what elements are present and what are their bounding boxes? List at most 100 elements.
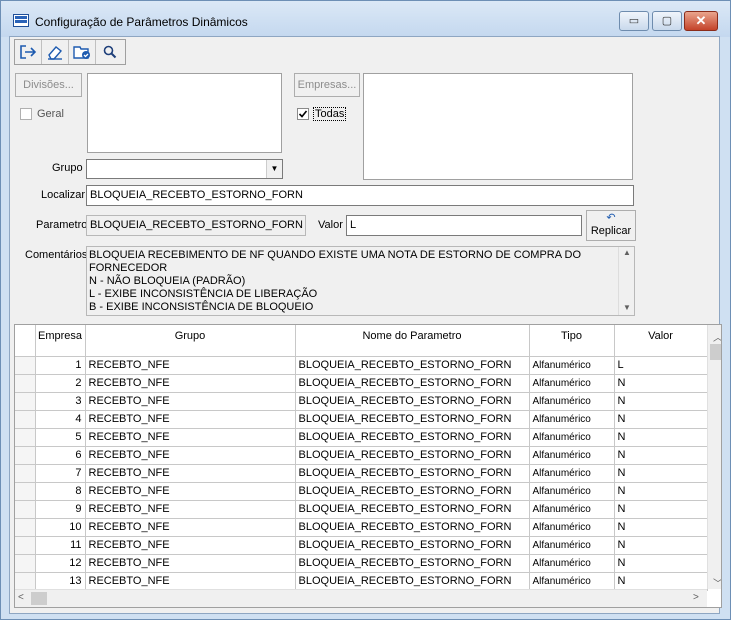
minimize-button[interactable]: ▭ [619, 11, 649, 31]
cell-tipo[interactable]: Alfanumérico [529, 392, 615, 411]
row-indicator[interactable] [15, 464, 36, 483]
vertical-scrollbar[interactable]: ︿ ﹀ [707, 325, 721, 590]
cell-nome[interactable]: BLOQUEIA_RECEBTO_ESTORNO_FORN [295, 446, 530, 465]
cell-valor[interactable]: N [614, 374, 708, 393]
scroll-right-icon[interactable]: > [693, 592, 699, 603]
scroll-thumb[interactable] [710, 344, 721, 360]
cell-grupo[interactable]: RECEBTO_NFE [85, 554, 296, 573]
cell-empresa[interactable]: 10 [35, 518, 86, 537]
exit-button[interactable] [15, 40, 42, 64]
table-row[interactable]: 6 RECEBTO_NFE BLOQUEIA_RECEBTO_ESTORNO_FOR… [15, 446, 708, 465]
row-indicator[interactable] [15, 374, 36, 393]
cell-valor[interactable]: N [614, 482, 708, 501]
scroll-down-icon[interactable]: ﹀ [713, 575, 721, 590]
cell-tipo[interactable]: Alfanumérico [529, 536, 615, 555]
empresas-button[interactable]: Empresas... [294, 73, 360, 97]
cell-nome[interactable]: BLOQUEIA_RECEBTO_ESTORNO_FORN [295, 392, 530, 411]
row-indicator[interactable] [15, 410, 36, 429]
cell-nome[interactable]: BLOQUEIA_RECEBTO_ESTORNO_FORN [295, 536, 530, 555]
cell-empresa[interactable]: 9 [35, 500, 86, 519]
title-bar[interactable]: Configuração de Parâmetros Dinâmicos ▭ ▢… [1, 1, 730, 37]
cell-grupo[interactable]: RECEBTO_NFE [85, 410, 296, 429]
row-indicator[interactable] [15, 536, 36, 555]
cell-nome[interactable]: BLOQUEIA_RECEBTO_ESTORNO_FORN [295, 356, 530, 375]
cell-tipo[interactable]: Alfanumérico [529, 482, 615, 501]
cell-empresa[interactable]: 8 [35, 482, 86, 501]
comentarios-scrollbar[interactable]: ▲ ▼ [618, 247, 634, 315]
row-indicator[interactable] [15, 446, 36, 465]
row-indicator[interactable] [15, 518, 36, 537]
table-row[interactable]: 9 RECEBTO_NFE BLOQUEIA_RECEBTO_ESTORNO_FOR… [15, 500, 708, 519]
cell-valor[interactable]: L [614, 356, 708, 375]
cell-nome[interactable]: BLOQUEIA_RECEBTO_ESTORNO_FORN [295, 500, 530, 519]
cell-grupo[interactable]: RECEBTO_NFE [85, 356, 296, 375]
cell-valor[interactable]: N [614, 410, 708, 429]
cell-grupo[interactable]: RECEBTO_NFE [85, 482, 296, 501]
cell-nome[interactable]: BLOQUEIA_RECEBTO_ESTORNO_FORN [295, 374, 530, 393]
cell-tipo[interactable]: Alfanumérico [529, 428, 615, 447]
cell-nome[interactable]: BLOQUEIA_RECEBTO_ESTORNO_FORN [295, 410, 530, 429]
scroll-up-icon[interactable]: ︿ [713, 329, 721, 344]
close-button[interactable]: ✕ [684, 11, 718, 31]
cell-empresa[interactable]: 13 [35, 572, 86, 591]
cell-grupo[interactable]: RECEBTO_NFE [85, 536, 296, 555]
cell-valor[interactable]: N [614, 536, 708, 555]
table-row[interactable]: 12 RECEBTO_NFE BLOQUEIA_RECEBTO_ESTORNO_FO… [15, 554, 708, 573]
cell-empresa[interactable]: 6 [35, 446, 86, 465]
cell-valor[interactable]: N [614, 572, 708, 591]
row-indicator[interactable] [15, 554, 36, 573]
cell-nome[interactable]: BLOQUEIA_RECEBTO_ESTORNO_FORN [295, 428, 530, 447]
cell-tipo[interactable]: Alfanumérico [529, 572, 615, 591]
cell-grupo[interactable]: RECEBTO_NFE [85, 392, 296, 411]
column-header-valor[interactable]: Valor [614, 325, 708, 357]
table-row[interactable]: 4 RECEBTO_NFE BLOQUEIA_RECEBTO_ESTORNO_FOR… [15, 410, 708, 429]
divisoes-list[interactable] [87, 73, 282, 153]
cell-empresa[interactable]: 7 [35, 464, 86, 483]
table-row[interactable]: 8 RECEBTO_NFE BLOQUEIA_RECEBTO_ESTORNO_FOR… [15, 482, 708, 501]
cell-grupo[interactable]: RECEBTO_NFE [85, 500, 296, 519]
cell-valor[interactable]: N [614, 554, 708, 573]
search-button[interactable] [96, 40, 123, 64]
scroll-up-icon[interactable]: ▲ [623, 248, 631, 257]
cell-nome[interactable]: BLOQUEIA_RECEBTO_ESTORNO_FORN [295, 464, 530, 483]
geral-checkbox[interactable] [20, 108, 32, 120]
row-indicator[interactable] [15, 572, 36, 591]
cell-nome[interactable]: BLOQUEIA_RECEBTO_ESTORNO_FORN [295, 518, 530, 537]
clear-button[interactable] [42, 40, 69, 64]
table-row[interactable]: 13 RECEBTO_NFE BLOQUEIA_RECEBTO_ESTORNO_FO… [15, 572, 708, 591]
cell-valor[interactable]: N [614, 518, 708, 537]
cell-tipo[interactable]: Alfanumérico [529, 374, 615, 393]
cell-nome[interactable]: BLOQUEIA_RECEBTO_ESTORNO_FORN [295, 554, 530, 573]
cell-tipo[interactable]: Alfanumérico [529, 554, 615, 573]
cell-grupo[interactable]: RECEBTO_NFE [85, 428, 296, 447]
table-row[interactable]: 7 RECEBTO_NFE BLOQUEIA_RECEBTO_ESTORNO_FOR… [15, 464, 708, 483]
cell-tipo[interactable]: Alfanumérico [529, 500, 615, 519]
cell-empresa[interactable]: 1 [35, 356, 86, 375]
valor-input[interactable]: L [346, 215, 582, 236]
cell-grupo[interactable]: RECEBTO_NFE [85, 518, 296, 537]
column-header-empresa[interactable]: Empresa [35, 325, 86, 357]
divisoes-button[interactable]: Divisões... [15, 73, 82, 97]
cell-grupo[interactable]: RECEBTO_NFE [85, 446, 296, 465]
cell-valor[interactable]: N [614, 446, 708, 465]
cell-valor[interactable]: N [614, 464, 708, 483]
comentarios-textarea[interactable]: BLOQUEIA RECEBIMENTO DE NF QUANDO EXISTE… [86, 246, 635, 316]
column-header-tipo[interactable]: Tipo [529, 325, 615, 357]
cell-tipo[interactable]: Alfanumérico [529, 446, 615, 465]
cell-empresa[interactable]: 4 [35, 410, 86, 429]
scroll-down-icon[interactable]: ▼ [623, 303, 631, 312]
cell-valor[interactable]: N [614, 428, 708, 447]
cell-tipo[interactable]: Alfanumérico [529, 410, 615, 429]
cell-grupo[interactable]: RECEBTO_NFE [85, 464, 296, 483]
column-header-nome[interactable]: Nome do Parametro [295, 325, 530, 357]
cell-nome[interactable]: BLOQUEIA_RECEBTO_ESTORNO_FORN [295, 482, 530, 501]
cell-tipo[interactable]: Alfanumérico [529, 518, 615, 537]
cell-nome[interactable]: BLOQUEIA_RECEBTO_ESTORNO_FORN [295, 572, 530, 591]
confirm-button[interactable] [69, 40, 96, 64]
localizar-input[interactable]: BLOQUEIA_RECEBTO_ESTORNO_FORN [86, 185, 634, 206]
cell-empresa[interactable]: 3 [35, 392, 86, 411]
cell-grupo[interactable]: RECEBTO_NFE [85, 374, 296, 393]
empresas-list[interactable] [363, 73, 633, 180]
row-indicator[interactable] [15, 482, 36, 501]
maximize-button[interactable]: ▢ [652, 11, 682, 31]
